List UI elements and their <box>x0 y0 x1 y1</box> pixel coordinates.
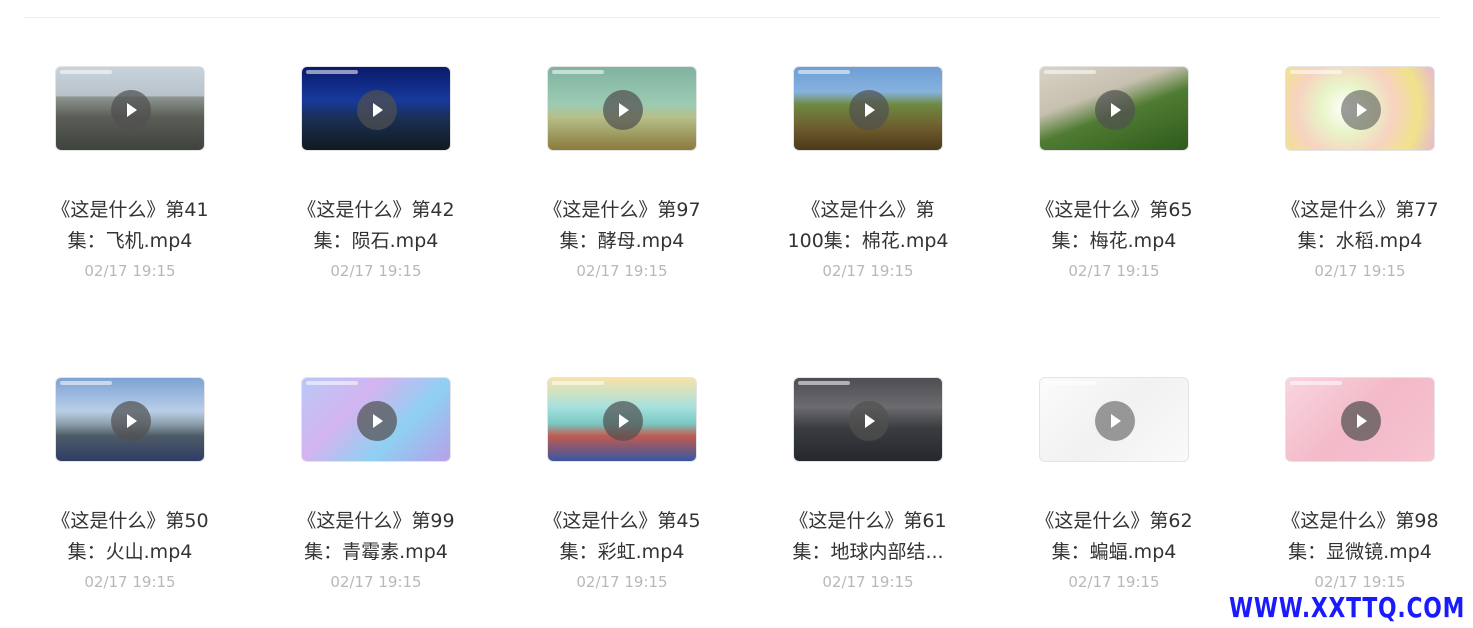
play-icon[interactable] <box>849 90 889 130</box>
file-name-line-2: 集：火山.mp4 <box>67 541 193 563</box>
play-icon[interactable] <box>357 401 397 441</box>
video-card[interactable]: 《这是什么》第42 集：陨石.mp4 02/17 19:15 <box>253 66 499 316</box>
video-thumbnail[interactable] <box>547 66 697 151</box>
site-watermark: WWW.XXTTQ.COM <box>1227 591 1467 624</box>
thumbnail-caption-strip <box>306 70 358 74</box>
video-thumbnail[interactable] <box>55 66 205 151</box>
file-name-line-1: 《这是什么》第99 <box>297 510 455 532</box>
file-name[interactable]: 《这是什么》第98 集：显微镜.mp4 <box>1237 506 1473 568</box>
file-grid-page: 《这是什么》第41 集：飞机.mp4 02/17 19:15 《这是什么》第42… <box>0 0 1473 628</box>
file-date: 02/17 19:15 <box>84 573 176 591</box>
file-date: 02/17 19:15 <box>576 573 668 591</box>
thumbnail-caption-strip <box>1290 381 1342 385</box>
video-thumbnail[interactable] <box>1039 66 1189 151</box>
file-name[interactable]: 《这是什么》第45 集：彩虹.mp4 <box>499 506 745 568</box>
video-card[interactable]: 《这是什么》第99 集：青霉素.mp4 02/17 19:15 <box>253 377 499 627</box>
play-icon[interactable] <box>1341 90 1381 130</box>
file-name[interactable]: 《这是什么》第 100集：棉花.mp4 <box>745 195 991 257</box>
thumbnail-caption-strip <box>552 381 604 385</box>
file-name-line-1: 《这是什么》第77 <box>1281 199 1439 221</box>
file-name-line-2: 集：青霉素.mp4 <box>304 541 448 563</box>
video-card[interactable]: 《这是什么》第97 集：酵母.mp4 02/17 19:15 <box>499 66 745 316</box>
file-date: 02/17 19:15 <box>576 262 668 280</box>
play-icon[interactable] <box>1095 401 1135 441</box>
file-name[interactable]: 《这是什么》第61 集：地球内部结... <box>745 506 991 568</box>
file-name-line-2: 集：酵母.mp4 <box>559 230 685 252</box>
play-icon[interactable] <box>111 90 151 130</box>
video-card[interactable]: 《这是什么》第61 集：地球内部结... 02/17 19:15 <box>745 377 991 627</box>
file-name-line-2: 100集：棉花.mp4 <box>787 230 949 252</box>
thumbnail-caption-strip <box>60 381 112 385</box>
file-name[interactable]: 《这是什么》第41 集：飞机.mp4 <box>7 195 253 257</box>
video-thumbnail[interactable] <box>301 66 451 151</box>
file-name-line-2: 集：蝙蝠.mp4 <box>1051 541 1177 563</box>
file-name-line-2: 集：显微镜.mp4 <box>1288 541 1432 563</box>
video-thumbnail[interactable] <box>793 66 943 151</box>
video-thumbnail[interactable] <box>547 377 697 462</box>
video-thumbnail[interactable] <box>1285 66 1435 151</box>
video-card[interactable]: 《这是什么》第45 集：彩虹.mp4 02/17 19:15 <box>499 377 745 627</box>
thumbnail-caption-strip <box>1044 381 1096 385</box>
file-date: 02/17 19:15 <box>330 573 422 591</box>
video-file-grid: 《这是什么》第41 集：飞机.mp4 02/17 19:15 《这是什么》第42… <box>7 0 1473 628</box>
file-name[interactable]: 《这是什么》第99 集：青霉素.mp4 <box>253 506 499 568</box>
video-card[interactable]: 《这是什么》第65 集：梅花.mp4 02/17 19:15 <box>991 66 1237 316</box>
play-icon[interactable] <box>849 401 889 441</box>
file-date: 02/17 19:15 <box>330 262 422 280</box>
thumbnail-caption-strip <box>798 70 850 74</box>
video-card[interactable]: 《这是什么》第62 集：蝙蝠.mp4 02/17 19:15 <box>991 377 1237 627</box>
file-name-line-2: 集：水稻.mp4 <box>1297 230 1423 252</box>
file-date: 02/17 19:15 <box>1068 573 1160 591</box>
file-name-line-1: 《这是什么》第65 <box>1035 199 1193 221</box>
video-thumbnail[interactable] <box>55 377 205 462</box>
play-icon[interactable] <box>603 401 643 441</box>
file-date: 02/17 19:15 <box>1314 262 1406 280</box>
video-card[interactable]: 《这是什么》第77 集：水稻.mp4 02/17 19:15 <box>1237 66 1473 316</box>
file-name[interactable]: 《这是什么》第77 集：水稻.mp4 <box>1237 195 1473 257</box>
video-thumbnail[interactable] <box>793 377 943 462</box>
file-name-line-1: 《这是什么》第 <box>801 199 935 221</box>
file-date: 02/17 19:15 <box>1068 262 1160 280</box>
play-icon[interactable] <box>1095 90 1135 130</box>
file-date: 02/17 19:15 <box>822 573 914 591</box>
file-date: 02/17 19:15 <box>822 262 914 280</box>
video-thumbnail[interactable] <box>1285 377 1435 462</box>
play-icon[interactable] <box>1341 401 1381 441</box>
file-name[interactable]: 《这是什么》第62 集：蝙蝠.mp4 <box>991 506 1237 568</box>
file-name[interactable]: 《这是什么》第42 集：陨石.mp4 <box>253 195 499 257</box>
thumbnail-caption-strip <box>1290 70 1342 74</box>
file-name-line-1: 《这是什么》第98 <box>1281 510 1439 532</box>
file-name[interactable]: 《这是什么》第97 集：酵母.mp4 <box>499 195 745 257</box>
file-date: 02/17 19:15 <box>84 262 176 280</box>
thumbnail-caption-strip <box>798 381 850 385</box>
thumbnail-caption-strip <box>306 381 358 385</box>
play-icon[interactable] <box>603 90 643 130</box>
play-icon[interactable] <box>357 90 397 130</box>
file-name[interactable]: 《这是什么》第50 集：火山.mp4 <box>7 506 253 568</box>
file-name-line-1: 《这是什么》第97 <box>543 199 701 221</box>
thumbnail-caption-strip <box>1044 70 1096 74</box>
video-card[interactable]: 《这是什么》第98 集：显微镜.mp4 02/17 19:15 <box>1237 377 1473 627</box>
file-name-line-2: 集：陨石.mp4 <box>313 230 439 252</box>
video-card[interactable]: 《这是什么》第41 集：飞机.mp4 02/17 19:15 <box>7 66 253 316</box>
thumbnail-caption-strip <box>60 70 112 74</box>
file-name-line-1: 《这是什么》第41 <box>51 199 209 221</box>
file-date: 02/17 19:15 <box>1314 573 1406 591</box>
file-name-line-2: 集：梅花.mp4 <box>1051 230 1177 252</box>
file-name-line-1: 《这是什么》第62 <box>1035 510 1193 532</box>
video-thumbnail[interactable] <box>301 377 451 462</box>
play-icon[interactable] <box>111 401 151 441</box>
file-name-line-1: 《这是什么》第42 <box>297 199 455 221</box>
file-name-line-2: 集：飞机.mp4 <box>67 230 193 252</box>
file-name-line-1: 《这是什么》第61 <box>789 510 947 532</box>
file-name-line-1: 《这是什么》第45 <box>543 510 701 532</box>
file-name-line-1: 《这是什么》第50 <box>51 510 209 532</box>
file-name-line-2: 集：彩虹.mp4 <box>559 541 685 563</box>
thumbnail-caption-strip <box>552 70 604 74</box>
video-card[interactable]: 《这是什么》第 100集：棉花.mp4 02/17 19:15 <box>745 66 991 316</box>
video-thumbnail[interactable] <box>1039 377 1189 462</box>
video-card[interactable]: 《这是什么》第50 集：火山.mp4 02/17 19:15 <box>7 377 253 627</box>
file-name[interactable]: 《这是什么》第65 集：梅花.mp4 <box>991 195 1237 257</box>
file-name-line-2: 集：地球内部结... <box>792 541 944 563</box>
